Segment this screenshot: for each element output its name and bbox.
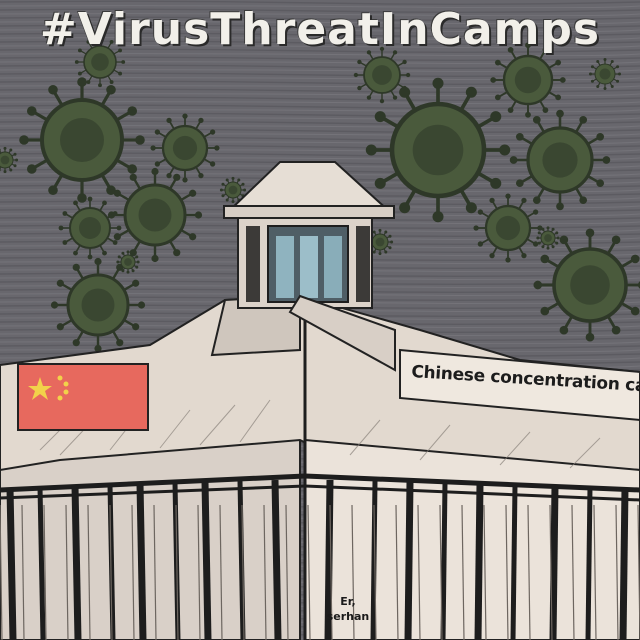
illustration: #VirusThreatInCamps Chinese concentratio… bbox=[0, 0, 640, 640]
scene bbox=[0, 0, 640, 640]
china-flag-icon bbox=[17, 363, 149, 431]
artist-signature: Er, serhan bbox=[326, 595, 370, 623]
headline-hashtag: #VirusThreatInCamps bbox=[39, 4, 601, 55]
